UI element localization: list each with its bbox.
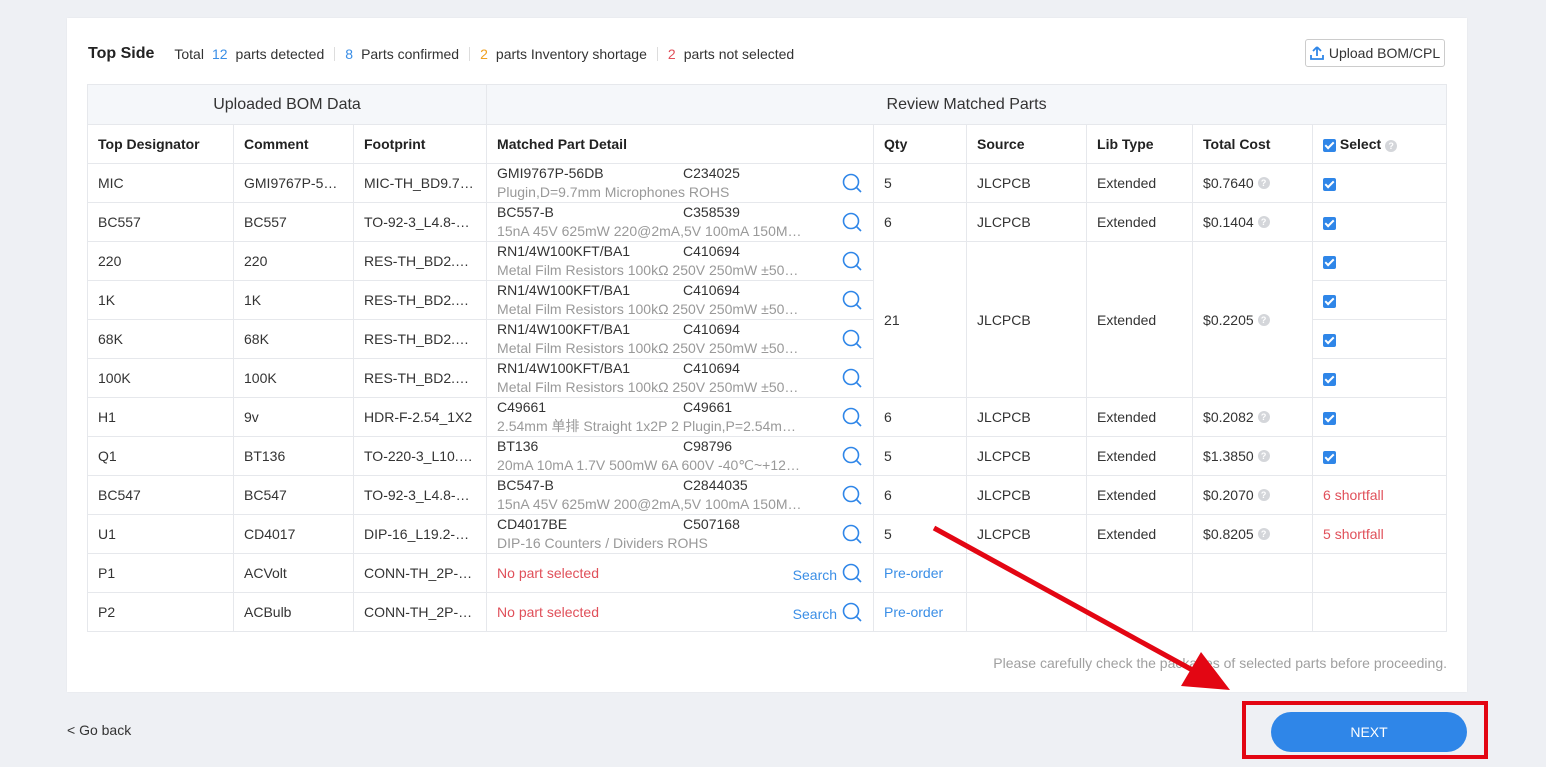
- annotation-arrow: [932, 525, 1230, 690]
